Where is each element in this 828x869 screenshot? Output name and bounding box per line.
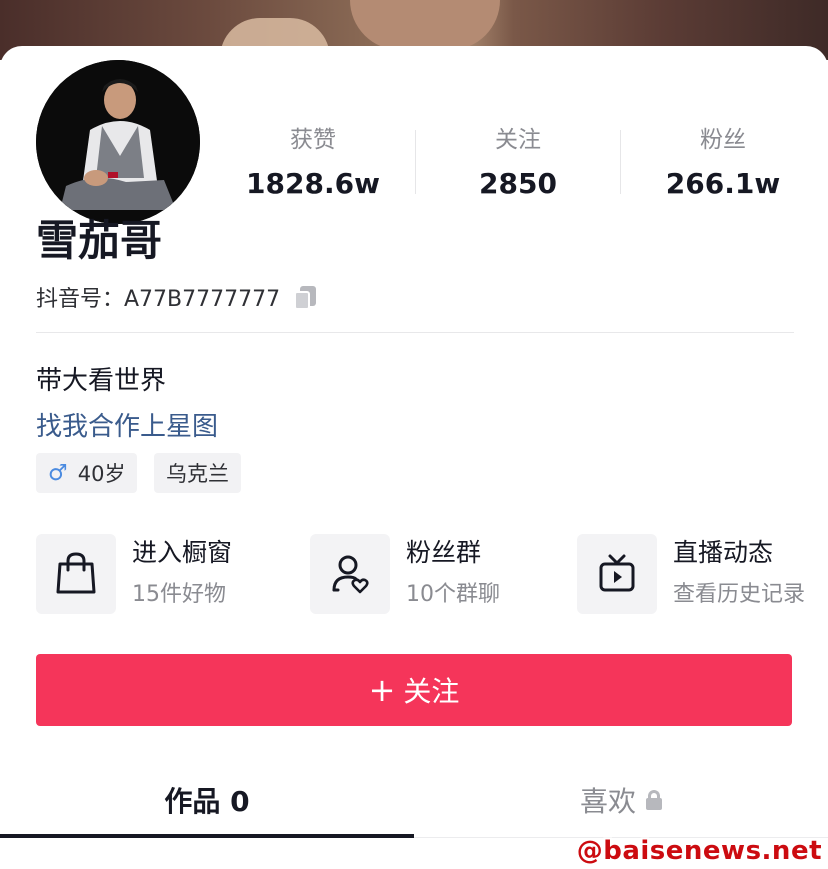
- func-fan-title: 粉丝群: [406, 538, 482, 567]
- stat-followers-label: 粉丝: [700, 127, 746, 153]
- tag-location-label: 乌克兰: [166, 462, 229, 486]
- male-icon: ♂: [48, 460, 68, 486]
- stat-followers-value: 266.1w: [665, 167, 781, 200]
- func-shop-window[interactable]: 进入橱窗 15件好物: [36, 534, 232, 614]
- follow-button-label: 关注: [403, 675, 460, 708]
- tag-age-label: 40岁: [77, 462, 126, 486]
- live-tv-icon: [577, 534, 657, 614]
- avatar[interactable]: [36, 60, 200, 224]
- tab-likes-label: 喜欢: [579, 785, 636, 818]
- stats-row: 获赞 1828.6w 关注 2850 粉丝 266.1w: [210, 124, 828, 204]
- douyin-id: 抖音号：A77B7777777: [36, 287, 281, 312]
- stat-followers[interactable]: 粉丝 266.1w: [620, 124, 826, 202]
- stat-likes-label: 获赞: [290, 127, 336, 153]
- stat-likes[interactable]: 获赞 1828.6w: [210, 124, 416, 202]
- func-live-title: 直播动态: [673, 538, 774, 567]
- tag-age: ♂ 40岁: [36, 453, 138, 493]
- func-shop-subtitle: 15件好物: [132, 582, 226, 607]
- plus-icon: +: [368, 671, 396, 709]
- watermark: @baisenews.net: [576, 836, 822, 866]
- follow-button[interactable]: + 关注: [36, 654, 792, 726]
- tab-works-label: 作品 0: [164, 785, 250, 818]
- tab-likes[interactable]: 喜欢: [414, 770, 828, 830]
- tab-active-indicator: [0, 834, 414, 838]
- copy-icon[interactable]: [292, 284, 318, 310]
- func-fan-subtitle: 10个群聊: [406, 582, 500, 607]
- fan-group-icon: [310, 534, 390, 614]
- func-shop-title: 进入橱窗: [132, 538, 233, 567]
- profile-name: 雪茄哥: [36, 216, 163, 265]
- tag-location: 乌克兰: [154, 453, 241, 493]
- content-tabs: 作品 0 喜欢: [0, 770, 828, 840]
- tab-works[interactable]: 作品 0: [0, 770, 414, 830]
- stat-likes-value: 1828.6w: [246, 167, 380, 200]
- bio-link[interactable]: 找我合作上星图: [36, 410, 218, 444]
- stat-following[interactable]: 关注 2850: [415, 124, 621, 202]
- section-divider: [36, 332, 794, 333]
- stat-following-label: 关注: [495, 127, 541, 153]
- lock-icon: [646, 790, 662, 810]
- func-fan-group[interactable]: 粉丝群 10个群聊: [310, 534, 500, 614]
- cover-face: [350, 0, 500, 50]
- douyin-id-row: 抖音号：A77B7777777: [36, 280, 318, 314]
- shopping-bag-icon: [36, 534, 116, 614]
- func-live-history[interactable]: 直播动态 查看历史记录: [577, 534, 805, 614]
- func-live-subtitle: 查看历史记录: [673, 582, 806, 607]
- avatar-photo: [36, 60, 200, 224]
- bio-text: 带大看世界: [36, 366, 167, 396]
- stat-following-value: 2850: [479, 167, 557, 200]
